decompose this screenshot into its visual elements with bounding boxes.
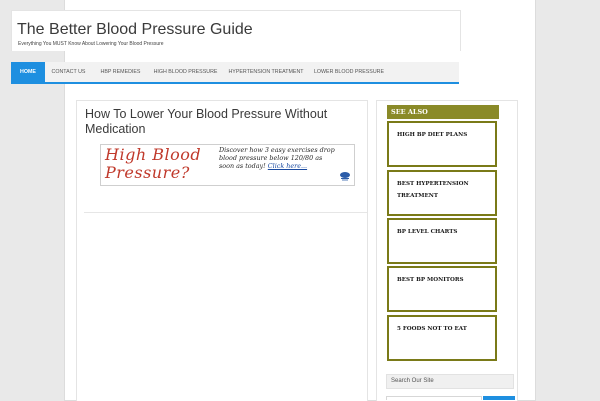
nav-item-high-blood-pressure[interactable]: HIGH BLOOD PRESSURE xyxy=(149,62,222,82)
banner-headline: High Blood Pressure? xyxy=(105,145,202,182)
main-nav: HOME CONTACT US HBP REMEDIES HIGH BLOOD … xyxy=(11,62,459,84)
banner-copy: Discover how 3 easy exercises drop blood… xyxy=(219,146,335,170)
ad-banner[interactable]: High Blood Pressure? Discover how 3 easy… xyxy=(100,144,355,186)
post-title[interactable]: How To Lower Your Blood Pressure Without… xyxy=(85,107,355,137)
search-heading: Search Our Site xyxy=(386,374,514,389)
nav-item-hypertension-treatment[interactable]: HYPERTENSION TREATMENT xyxy=(222,62,310,82)
see-also-card-label: BP LEVEL CHARTS xyxy=(397,229,458,235)
site-tagline: Everything You MUST Know About Lowering … xyxy=(18,41,164,47)
see-also-card[interactable]: BEST HYPERTENSION TREATMENT xyxy=(387,170,497,216)
see-also-card[interactable]: BEST BP MONITORS xyxy=(387,266,497,312)
search-button[interactable] xyxy=(483,396,515,400)
banner-link[interactable]: Click here... xyxy=(268,162,307,170)
see-also-card-label: 5 FOODS NOT TO EAT xyxy=(397,326,467,332)
see-also-heading: SEE ALSO xyxy=(387,105,499,119)
nav-item-home[interactable]: HOME xyxy=(11,62,45,82)
see-also-card-label: BEST BP MONITORS xyxy=(397,277,464,283)
see-also-card-label: BEST HYPERTENSION TREATMENT xyxy=(397,181,469,199)
nav-item-contact-us[interactable]: CONTACT US xyxy=(45,62,92,82)
see-also-card[interactable]: HIGH BP DIET PLANS xyxy=(387,121,497,167)
see-also-card[interactable]: 5 FOODS NOT TO EAT xyxy=(387,315,497,361)
see-also-card-label: HIGH BP DIET PLANS xyxy=(397,132,468,138)
site-title[interactable]: The Better Blood Pressure Guide xyxy=(17,21,253,39)
search-input[interactable] xyxy=(386,396,482,400)
nav-item-lower-blood-pressure[interactable]: LOWER BLOOD PRESSURE xyxy=(310,62,388,82)
content-divider xyxy=(84,212,367,213)
see-also-card[interactable]: BP LEVEL CHARTS xyxy=(387,218,497,264)
logo-icon xyxy=(340,172,350,181)
nav-item-hbp-remedies[interactable]: HBP REMEDIES xyxy=(92,62,149,82)
